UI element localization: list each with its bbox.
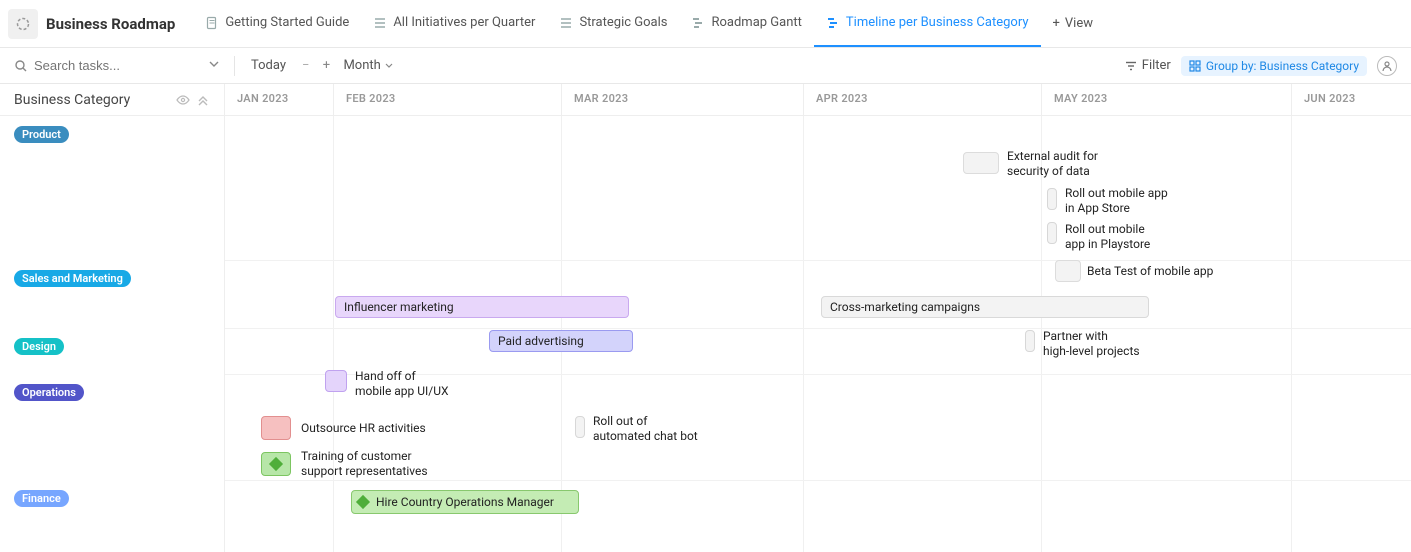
gantt-icon: [826, 16, 840, 30]
dashed-circle-icon: [15, 16, 31, 32]
tab-label: Timeline per Business Category: [846, 15, 1029, 30]
month-header: APR 2023: [803, 84, 1041, 115]
task-block[interactable]: [261, 452, 291, 476]
group-tag: Operations: [14, 384, 84, 401]
doc-icon: [205, 16, 219, 30]
chevron-down-icon: [385, 62, 393, 70]
tab-roadmap-gantt[interactable]: Roadmap Gantt: [679, 0, 813, 47]
task-block[interactable]: [963, 152, 999, 174]
tab-label: Strategic Goals: [579, 15, 667, 30]
task-handle[interactable]: [1047, 222, 1057, 244]
toolbar: Today − + Month Filter Group by: Busines…: [0, 48, 1411, 84]
minus-icon[interactable]: −: [302, 58, 309, 73]
month-header: MAR 2023: [561, 84, 803, 115]
profile-button[interactable]: [1377, 56, 1397, 76]
filter-icon: [1125, 60, 1137, 72]
month-header: JAN 2023: [225, 84, 333, 115]
group-header-label: Business Category: [14, 92, 130, 108]
months-header: JAN 2023FEB 2023MAR 2023APR 2023MAY 2023…: [225, 84, 1411, 116]
group-row[interactable]: Operations: [0, 374, 224, 480]
group-tag: Finance: [14, 490, 69, 507]
search-wrap: [14, 58, 194, 73]
filter-button[interactable]: Filter: [1125, 58, 1171, 73]
page-icon[interactable]: [8, 9, 38, 39]
month-header: FEB 2023: [333, 84, 561, 115]
add-view-label: View: [1065, 16, 1093, 31]
tab-all-initiatives[interactable]: All Initiatives per Quarter: [361, 0, 547, 47]
task-bar[interactable]: Influencer marketing: [335, 296, 629, 318]
search-dropdown[interactable]: [204, 56, 224, 76]
task-block[interactable]: [261, 416, 291, 440]
scale-label: Month: [343, 58, 380, 73]
eye-icon[interactable]: [176, 93, 190, 107]
plus-icon: +: [1053, 16, 1060, 31]
task-bar[interactable]: Cross-marketing campaigns: [821, 296, 1149, 318]
task-block[interactable]: [1055, 260, 1081, 282]
divider: [234, 56, 235, 76]
task-label: Roll out ofautomated chat bot: [593, 414, 698, 444]
list-icon: [559, 16, 573, 30]
task-bar[interactable]: Paid advertising: [489, 330, 633, 352]
tab-getting-started[interactable]: Getting Started Guide: [193, 0, 361, 47]
task-label: Partner withhigh-level projects: [1043, 329, 1140, 359]
timeline-area: Business Category Product Sales and Marke…: [0, 84, 1411, 552]
task-bar[interactable]: Hire Country Operations Manager: [351, 490, 579, 514]
month-header: MAY 2023: [1041, 84, 1291, 115]
tab-timeline-category[interactable]: Timeline per Business Category: [814, 0, 1041, 47]
timeline-grid[interactable]: JAN 2023FEB 2023MAR 2023APR 2023MAY 2023…: [225, 84, 1411, 552]
task-label: Roll out mobileapp in Playstore: [1065, 222, 1150, 252]
tab-label: Roadmap Gantt: [711, 15, 801, 30]
toolbar-right: Filter Group by: Business Category: [1125, 56, 1397, 76]
plus-icon[interactable]: +: [319, 58, 333, 73]
today-button[interactable]: Today: [245, 56, 292, 75]
top-bar: Business Roadmap Getting Started Guide A…: [0, 0, 1411, 48]
group-tag: Design: [14, 338, 64, 355]
group-row[interactable]: Finance: [0, 480, 224, 526]
group-row[interactable]: Product: [0, 116, 224, 260]
search-icon: [14, 59, 28, 73]
tabs: Getting Started Guide All Initiatives pe…: [193, 0, 1105, 47]
task-handle[interactable]: [1047, 188, 1057, 210]
search-input[interactable]: [34, 58, 154, 73]
tab-strategic-goals[interactable]: Strategic Goals: [547, 0, 679, 47]
groupby-label: Group by: Business Category: [1206, 59, 1359, 73]
group-row[interactable]: Sales and Marketing: [0, 260, 224, 328]
task-label: Beta Test of mobile app: [1087, 264, 1213, 279]
group-header: Business Category: [0, 84, 224, 116]
groupby-chip[interactable]: Group by: Business Category: [1181, 56, 1367, 76]
task-label: External audit forsecurity of data: [1007, 149, 1098, 179]
chevron-down-icon: [208, 58, 220, 70]
page-title: Business Roadmap: [46, 15, 175, 33]
month-header: JUN 2023: [1291, 84, 1409, 115]
filter-label: Filter: [1142, 58, 1171, 73]
task-label: Training of customersupport representati…: [301, 449, 428, 479]
scale-select[interactable]: Month: [343, 58, 392, 73]
list-icon: [373, 16, 387, 30]
task-handle[interactable]: [1025, 330, 1035, 352]
task-handle[interactable]: [575, 416, 585, 438]
task-label: Hand off ofmobile app UI/UX: [355, 369, 449, 399]
task-block[interactable]: [325, 370, 347, 392]
group-column: Business Category Product Sales and Marke…: [0, 84, 225, 552]
group-icon: [1189, 60, 1201, 72]
group-tag: Product: [14, 126, 69, 143]
chevron-up-icon[interactable]: [196, 93, 210, 107]
task-label: Outsource HR activities: [301, 421, 426, 436]
gantt-icon: [691, 16, 705, 30]
group-row[interactable]: Design: [0, 328, 224, 374]
tab-label: All Initiatives per Quarter: [393, 15, 535, 30]
tab-label: Getting Started Guide: [225, 15, 349, 30]
task-label: Roll out mobile appin App Store: [1065, 186, 1168, 216]
group-tag: Sales and Marketing: [14, 270, 131, 287]
person-icon: [1381, 60, 1393, 72]
add-view-button[interactable]: + View: [1041, 0, 1106, 47]
